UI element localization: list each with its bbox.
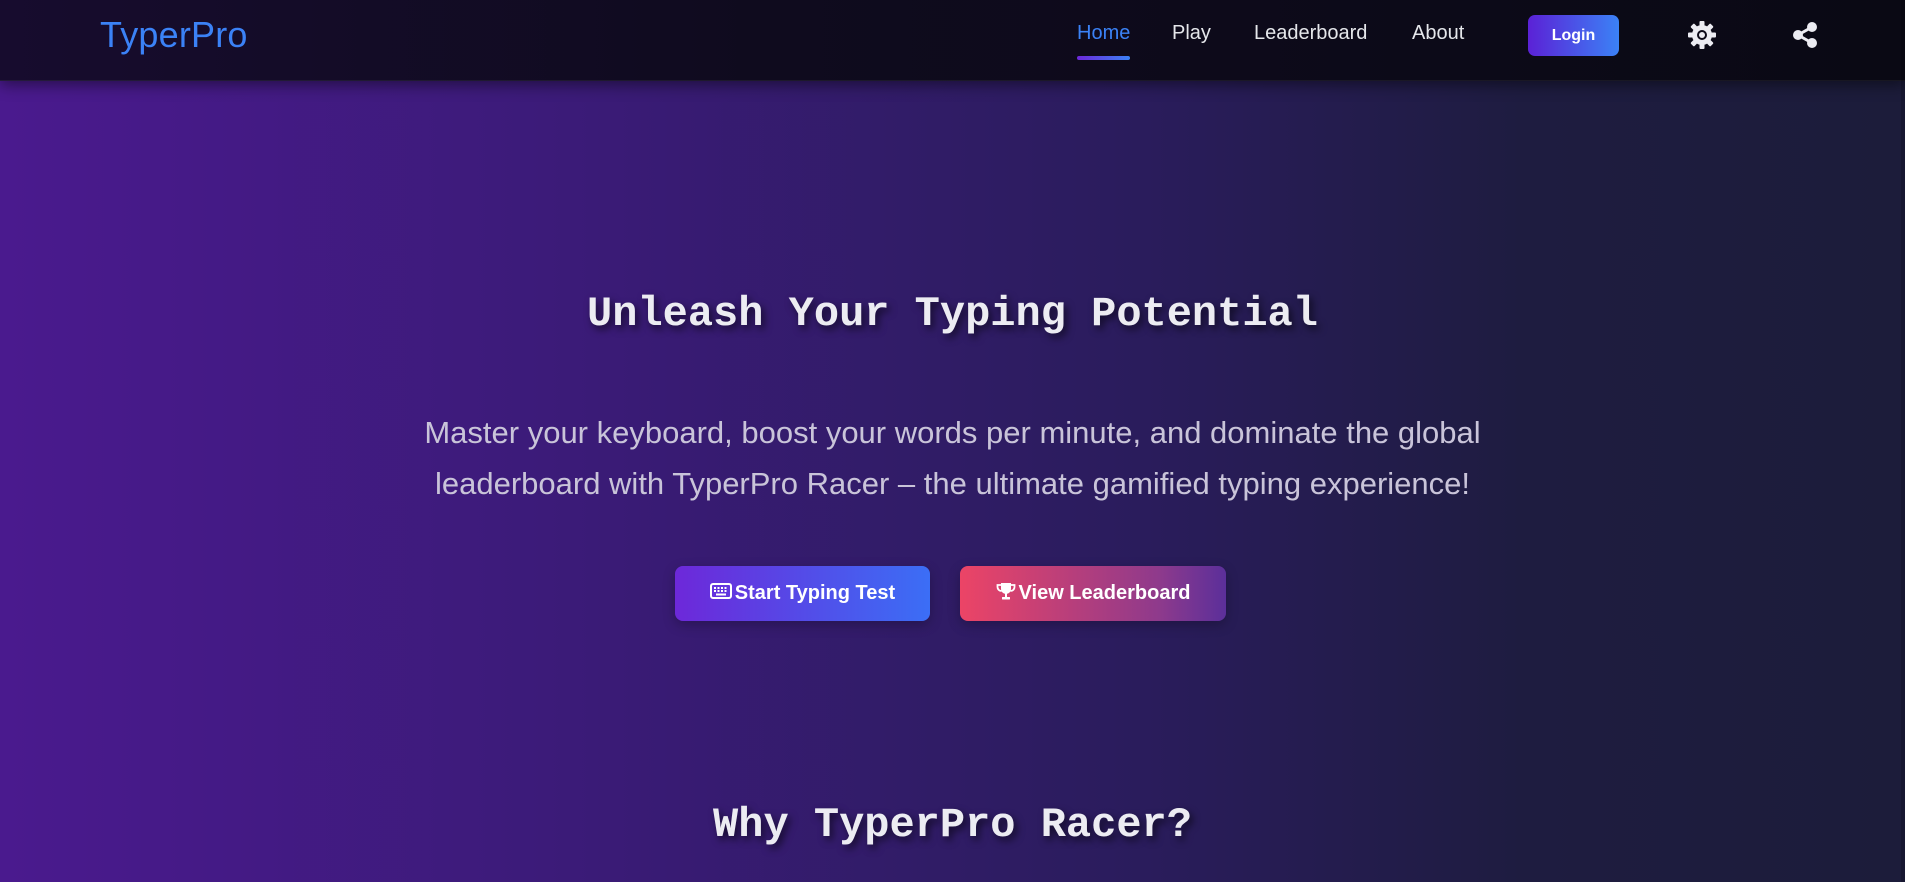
page-scrollbar[interactable] xyxy=(1901,0,1905,882)
nav-play[interactable]: Play xyxy=(1172,22,1211,45)
top-navbar: TyperPro Home Play Leaderboard About Log… xyxy=(0,0,1905,81)
view-leaderboard-label: View Leaderboard xyxy=(1018,582,1191,604)
keyboard-icon xyxy=(709,582,732,605)
start-typing-test-label: Start Typing Test xyxy=(734,582,896,604)
active-nav-indicator xyxy=(1077,56,1131,60)
page: TyperPro Home Play Leaderboard About Log… xyxy=(0,0,1905,882)
share-icon[interactable] xyxy=(1787,17,1823,53)
gear-icon[interactable] xyxy=(1684,17,1720,53)
logo[interactable]: TyperPro xyxy=(100,14,248,56)
nav-home[interactable]: Home xyxy=(1077,22,1131,60)
start-typing-test-button[interactable]: Start Typing Test xyxy=(675,566,930,621)
hero-title: Unleash Your Typing Potential xyxy=(587,290,1318,338)
nav-about[interactable]: About xyxy=(1412,22,1464,45)
trophy-icon xyxy=(996,581,1016,607)
view-leaderboard-button[interactable]: View Leaderboard xyxy=(960,566,1226,621)
hero-subtitle: Master your keyboard, boost your words p… xyxy=(424,415,1481,501)
features-section-title: Why TyperPro Racer? xyxy=(713,801,1192,849)
nav-home-label: Home xyxy=(1077,22,1131,44)
nav-leaderboard[interactable]: Leaderboard xyxy=(1254,22,1367,45)
login-button[interactable]: Login xyxy=(1528,15,1619,56)
